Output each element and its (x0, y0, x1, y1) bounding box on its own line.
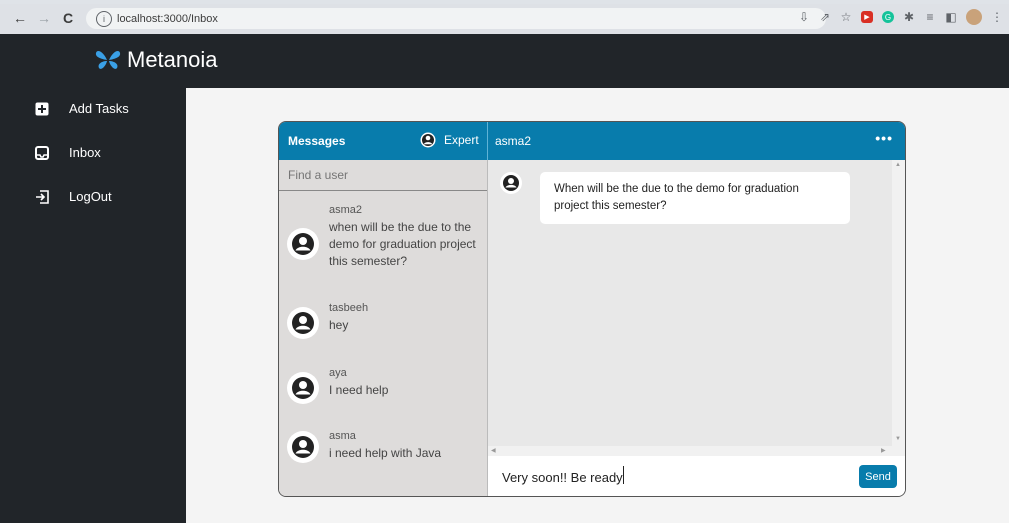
contact-item-tasbeeh[interactable]: tasbeeh hey (287, 302, 482, 339)
bookmark-star-icon[interactable]: ☆ (840, 10, 852, 24)
extensions-puzzle-icon[interactable]: ✱ (903, 10, 915, 24)
send-button[interactable]: Send (859, 465, 897, 488)
browser-menu-icon[interactable]: ⋮ (991, 10, 1003, 24)
browser-toolbar: ← → C i localhost:3000/Inbox ⇩ ⇗ ☆ ▶ G ✱… (0, 0, 1009, 34)
tab-strip (0, 0, 1009, 4)
expert-profile[interactable]: Expert (420, 132, 479, 148)
contact-text: aya I need help (329, 367, 388, 399)
chat-vertical-scrollbar[interactable]: ▲ ▼ (892, 160, 905, 458)
message-bubble: When will be the due to the demo for gra… (540, 172, 850, 224)
chat-horizontal-scrollbar[interactable]: ◀ ▶ (488, 446, 892, 456)
reading-list-icon[interactable]: ≡ (924, 10, 936, 24)
app-header: Metanoia (0, 34, 1009, 88)
profile-avatar[interactable] (966, 9, 982, 25)
message-composer: Send (488, 456, 905, 496)
message-row: When will be the due to the demo for gra… (500, 172, 850, 224)
contacts-header: Messages Expert (279, 122, 487, 160)
user-avatar-icon (500, 172, 522, 194)
message-input[interactable] (502, 467, 852, 487)
sidebar-item-logout[interactable]: LogOut (35, 189, 112, 204)
user-avatar-icon (287, 228, 319, 260)
share-icon[interactable]: ⇗ (819, 10, 831, 24)
sidebar-item-label: LogOut (69, 189, 112, 204)
back-icon[interactable]: ← (10, 8, 30, 28)
role-label: Expert (444, 133, 479, 147)
sidebar-item-label: Add Tasks (69, 101, 129, 116)
contact-name: asma (329, 430, 356, 442)
messages-panel: Messages Expert asma2 ••• Find a user as… (278, 121, 906, 497)
contact-last-message: I need help (329, 383, 389, 397)
install-app-icon[interactable]: ⇩ (798, 10, 810, 24)
site-info-icon[interactable]: i (96, 10, 112, 27)
grammarly-extension-icon[interactable]: G (882, 11, 894, 23)
reload-icon[interactable]: C (58, 8, 78, 28)
more-options-icon[interactable]: ••• (875, 130, 893, 146)
user-avatar-icon (287, 307, 319, 339)
contact-item-asma[interactable]: asma i need help with Java (287, 430, 482, 463)
contact-text: asma2 when will be the due to the demo f… (329, 204, 482, 270)
active-chat-user: asma2 (495, 134, 532, 148)
scroll-right-icon[interactable]: ▶ (881, 447, 886, 454)
contact-text: asma i need help with Java (329, 430, 441, 462)
messages-title: Messages (288, 134, 346, 148)
header-divider (487, 122, 488, 160)
contact-name: aya (329, 367, 347, 379)
inbox-icon (35, 145, 49, 160)
contact-last-message: when will be the due to the demo for gra… (329, 220, 476, 268)
messages-header: Messages Expert asma2 ••• (279, 122, 905, 160)
contact-name: tasbeeh (329, 302, 369, 314)
sidebar-item-inbox[interactable]: Inbox (35, 145, 101, 160)
contact-last-message: i need help with Java (329, 446, 442, 460)
user-avatar-icon (420, 132, 436, 148)
sidebar: Add Tasks Inbox LogOut (0, 88, 186, 523)
plus-square-icon (35, 102, 49, 115)
address-bar[interactable]: i localhost:3000/Inbox (86, 8, 826, 29)
brand-name: Metanoia (127, 47, 218, 72)
forward-icon[interactable]: → (34, 8, 54, 28)
contact-last-message: hey (329, 318, 349, 332)
scroll-left-icon[interactable]: ◀ (491, 447, 496, 454)
youtube-extension-icon[interactable]: ▶ (861, 11, 873, 23)
url-text: localhost:3000/Inbox (117, 12, 218, 25)
contact-text: tasbeeh hey (329, 302, 368, 334)
contact-item-asma2[interactable]: asma2 when will be the due to the demo f… (287, 204, 482, 270)
user-avatar-icon (287, 431, 319, 463)
scroll-up-icon[interactable]: ▲ (895, 162, 901, 168)
chat-area: When will be the due to the demo for gra… (488, 160, 905, 458)
side-panel-icon[interactable]: ◧ (945, 10, 957, 24)
extensions-row: ⇩ ⇗ ☆ ▶ G ✱ ≡ ◧ ⋮ (798, 9, 1003, 25)
brand[interactable]: Metanoia (95, 47, 218, 73)
contacts-list: asma2 when will be the due to the demo f… (279, 160, 488, 496)
logout-icon (36, 189, 49, 204)
text-caret (623, 466, 624, 484)
sidebar-item-label: Inbox (69, 145, 101, 160)
sidebar-item-add-tasks[interactable]: Add Tasks (35, 101, 129, 116)
contact-item-aya[interactable]: aya I need help (287, 367, 482, 404)
user-avatar-icon (287, 372, 319, 404)
butterfly-icon (95, 51, 121, 69)
scroll-down-icon[interactable]: ▼ (895, 436, 901, 442)
contact-name: asma2 (329, 204, 363, 216)
find-user-input[interactable] (279, 160, 487, 191)
